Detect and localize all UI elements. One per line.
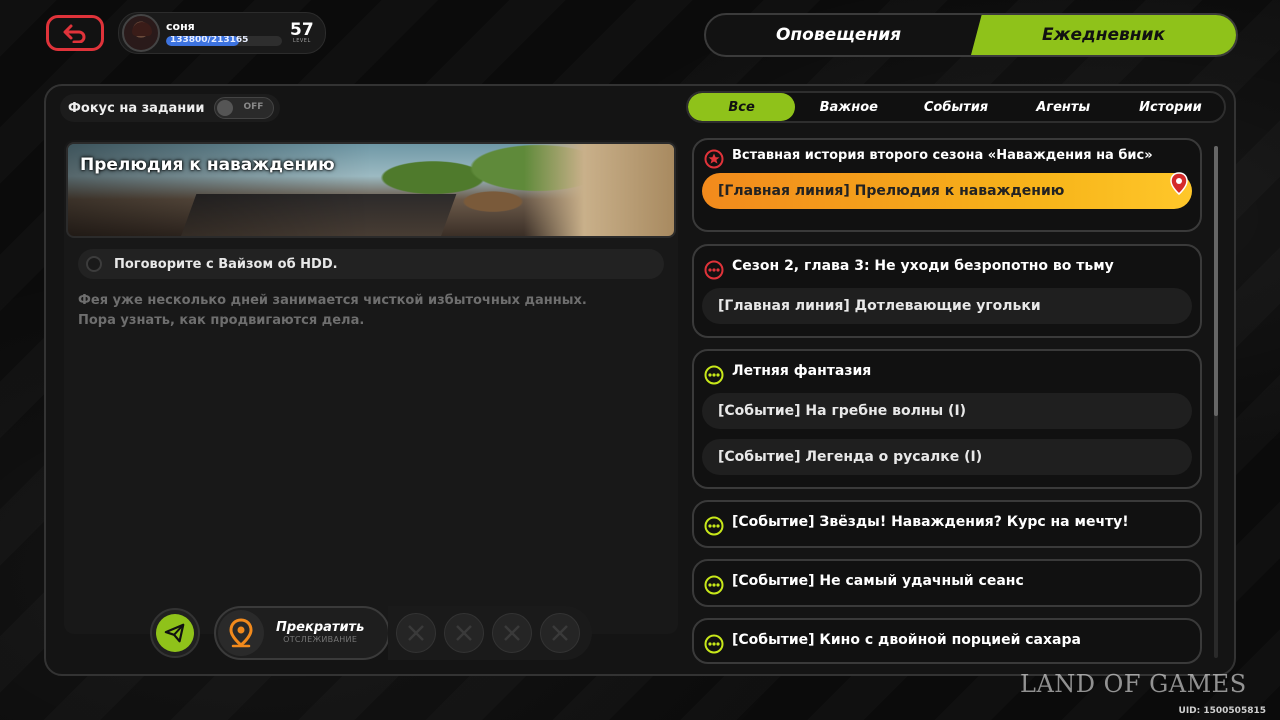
stop-label: Прекратить (276, 620, 365, 636)
task-row: Поговорите с Вайзом об HDD. (78, 249, 664, 279)
location-pin-icon (229, 618, 253, 648)
filter-agents[interactable]: Агенты (1010, 93, 1117, 121)
quest-item-label: [Событие] Легенда о русалке (I) (718, 449, 983, 465)
level-box: 57 LEVEL (290, 22, 314, 44)
focus-label: Фокус на задании (68, 100, 205, 116)
stop-tracking-button[interactable]: Прекратить ОТСЛЕЖИВАНИЕ (214, 606, 390, 660)
watermark: LAND OF GAMES (1020, 670, 1247, 698)
filter-tabs: Все Важное События Агенты Истории (686, 91, 1226, 123)
avatar (122, 14, 160, 52)
empty-slot[interactable] (540, 613, 580, 653)
quest-group-title: [Событие] Звёзды! Наваждения? Курс на ме… (732, 514, 1129, 530)
quest-title: Прелюдия к наваждению (80, 155, 335, 175)
filter-all[interactable]: Все (688, 93, 796, 121)
tab-diary[interactable]: Ежедневник (971, 15, 1236, 55)
quest-group-card[interactable]: [Событие] Звёзды! Наваждения? Курс на ме… (692, 500, 1202, 548)
cross-icon (408, 625, 424, 641)
empty-slot[interactable] (492, 613, 532, 653)
star-badge-icon (704, 149, 724, 169)
cross-icon (456, 625, 472, 641)
stop-texts: Прекратить ОТСЛЕЖИВАНИЕ (276, 621, 364, 644)
uid-label: UID: 1500505815 (1178, 706, 1266, 716)
green-dots-icon (704, 365, 724, 385)
send-button-inner (156, 614, 194, 652)
quest-group-title: Сезон 2, глава 3: Не уходи безропотно во… (732, 258, 1114, 274)
card-header: Летняя фантазия (694, 351, 1200, 385)
quest-group-title: [Событие] Кино с двойной порцией сахара (732, 632, 1081, 648)
filter-important[interactable]: Важное (795, 93, 902, 121)
player-name: соня (166, 20, 195, 33)
scroll-thumb[interactable] (1214, 146, 1218, 416)
quest-group-card[interactable]: Сезон 2, глава 3: Не уходи безропотно во… (692, 244, 1202, 338)
quest-item[interactable]: [Событие] На гребне волны (I) (702, 393, 1192, 429)
player-profile[interactable]: соня 133800/213165 57 LEVEL (118, 12, 326, 54)
cross-icon (552, 625, 568, 641)
level-number: 57 (290, 20, 314, 40)
back-button[interactable] (46, 15, 104, 51)
quest-description: Фея уже несколько дней занимается чистко… (78, 291, 658, 331)
quest-group-card[interactable]: Вставная история второго сезона «Наважде… (692, 138, 1202, 232)
level-label: LEVEL (292, 38, 311, 44)
top-tabs: Оповещения Ежедневник (704, 13, 1238, 57)
map-pin-icon (1170, 172, 1188, 195)
description-line: Пора узнать, как продвигаются дела. (78, 313, 365, 328)
focus-row: Фокус на задании OFF (60, 94, 280, 122)
profile-info: соня 133800/213165 (166, 20, 284, 46)
quest-group-title: Летняя фантазия (732, 363, 872, 379)
green-dots-icon (704, 634, 724, 654)
stop-icon-wrap (218, 610, 264, 656)
tracking-slots (388, 606, 592, 660)
toggle-state: OFF (243, 102, 264, 112)
card-header: Сезон 2, глава 3: Не уходи безропотно во… (694, 246, 1200, 280)
quest-group-card[interactable]: Летняя фантазия [Событие] На гребне волн… (692, 349, 1202, 489)
card-header: [Событие] Звёзды! Наваждения? Курс на ме… (694, 502, 1200, 536)
quest-group-card[interactable]: [Событие] Кино с двойной порцией сахара (692, 618, 1202, 664)
quest-item-label: [Главная линия] Прелюдия к наваждению (718, 183, 1065, 199)
exp-text: 133800/213165 (170, 36, 249, 45)
task-status-circle (86, 256, 102, 272)
task-text: Поговорите с Вайзом об HDD. (114, 256, 338, 272)
stop-sublabel: ОТСЛЕЖИВАНИЕ (283, 634, 358, 644)
empty-slot[interactable] (396, 613, 436, 653)
quest-item-selected[interactable]: [Главная линия] Прелюдия к наваждению (702, 172, 1192, 209)
green-dots-icon (704, 575, 724, 595)
quest-item-label: [Главная линия] Дотлевающие угольки (718, 298, 1041, 314)
toggle-knob (217, 100, 234, 116)
exp-bar: 133800/213165 (166, 36, 282, 46)
send-button[interactable] (150, 608, 200, 658)
card-header: [Событие] Не самый удачный сеанс (694, 561, 1200, 595)
back-arrow-icon (63, 24, 86, 43)
red-dots-icon (704, 260, 724, 280)
quest-item[interactable]: [Событие] Легенда о русалке (I) (702, 439, 1192, 475)
quest-group-card[interactable]: [Событие] Не самый удачный сеанс (692, 559, 1202, 607)
quest-item-label: [Событие] На гребне волны (I) (718, 403, 967, 419)
quest-list-scrollbar[interactable] (1214, 146, 1218, 658)
description-line: Фея уже несколько дней занимается чистко… (78, 293, 587, 308)
card-header: Вставная история второго сезона «Наважде… (694, 140, 1200, 169)
filter-stories[interactable]: Истории (1117, 93, 1224, 121)
card-header: [Событие] Кино с двойной порцией сахара (694, 620, 1200, 654)
quest-banner: Прелюдия к наваждению (66, 142, 676, 238)
cross-icon (504, 625, 520, 641)
filter-events[interactable]: События (902, 93, 1009, 121)
green-dots-icon (704, 516, 724, 536)
empty-slot[interactable] (444, 613, 484, 653)
paper-plane-icon (164, 623, 185, 643)
quest-group-title: [Событие] Не самый удачный сеанс (732, 573, 1024, 589)
quest-group-title: Вставная история второго сезона «Наважде… (732, 148, 1153, 163)
focus-toggle[interactable]: OFF (214, 97, 275, 119)
tab-notifications[interactable]: Оповещения (706, 15, 971, 55)
quest-item[interactable]: [Главная линия] Дотлевающие угольки (702, 288, 1192, 324)
